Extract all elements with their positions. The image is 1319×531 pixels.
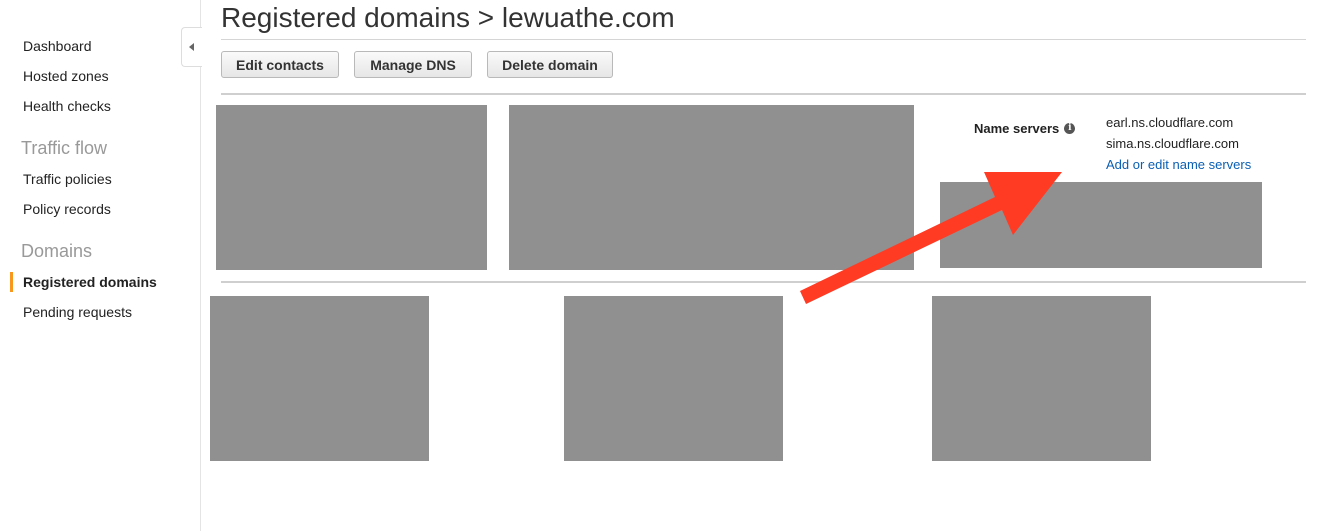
name-server-value: earl.ns.cloudflare.com xyxy=(1106,115,1234,130)
redacted-block xyxy=(932,296,1151,461)
name-servers-label: Name servers i xyxy=(974,121,1076,136)
sidebar-item-hosted-zones[interactable]: Hosted zones xyxy=(23,68,109,84)
manage-dns-button[interactable]: Manage DNS xyxy=(354,51,472,78)
sidebar-item-health-checks[interactable]: Health checks xyxy=(23,98,111,114)
title-divider xyxy=(221,39,1306,40)
sidebar-item-policy-records[interactable]: Policy records xyxy=(23,201,111,217)
redacted-block xyxy=(509,105,914,270)
name-server-value: sima.ns.cloudflare.com xyxy=(1106,136,1239,151)
redacted-block xyxy=(210,296,429,461)
sidebar-item-registered-domains[interactable]: Registered domains xyxy=(23,274,157,290)
caret-left-icon xyxy=(188,42,196,52)
redacted-block xyxy=(940,182,1262,268)
section-divider xyxy=(221,281,1306,283)
edit-contacts-button[interactable]: Edit contacts xyxy=(221,51,339,78)
sidebar-item-dashboard[interactable]: Dashboard xyxy=(23,38,92,54)
sidebar-item-pending-requests[interactable]: Pending requests xyxy=(23,304,132,320)
sidebar-section-domains: Domains xyxy=(21,241,93,261)
page-title: Registered domains > lewuathe.com xyxy=(221,2,675,33)
name-servers-label-text: Name servers xyxy=(974,121,1060,136)
active-indicator xyxy=(10,272,13,292)
redacted-block xyxy=(564,296,783,461)
sidebar: Dashboard Hosted zones Health checks Tra… xyxy=(0,0,201,531)
delete-domain-button[interactable]: Delete domain xyxy=(487,51,613,78)
sidebar-section-traffic-flow: Traffic flow xyxy=(21,138,108,158)
redacted-block xyxy=(216,105,487,270)
sidebar-item-traffic-policies[interactable]: Traffic policies xyxy=(23,171,112,187)
info-icon[interactable]: i xyxy=(1064,123,1076,134)
toolbar-divider xyxy=(221,93,1306,95)
sidebar-collapse-button[interactable] xyxy=(181,27,202,67)
edit-name-servers-link[interactable]: Add or edit name servers xyxy=(1106,157,1251,172)
